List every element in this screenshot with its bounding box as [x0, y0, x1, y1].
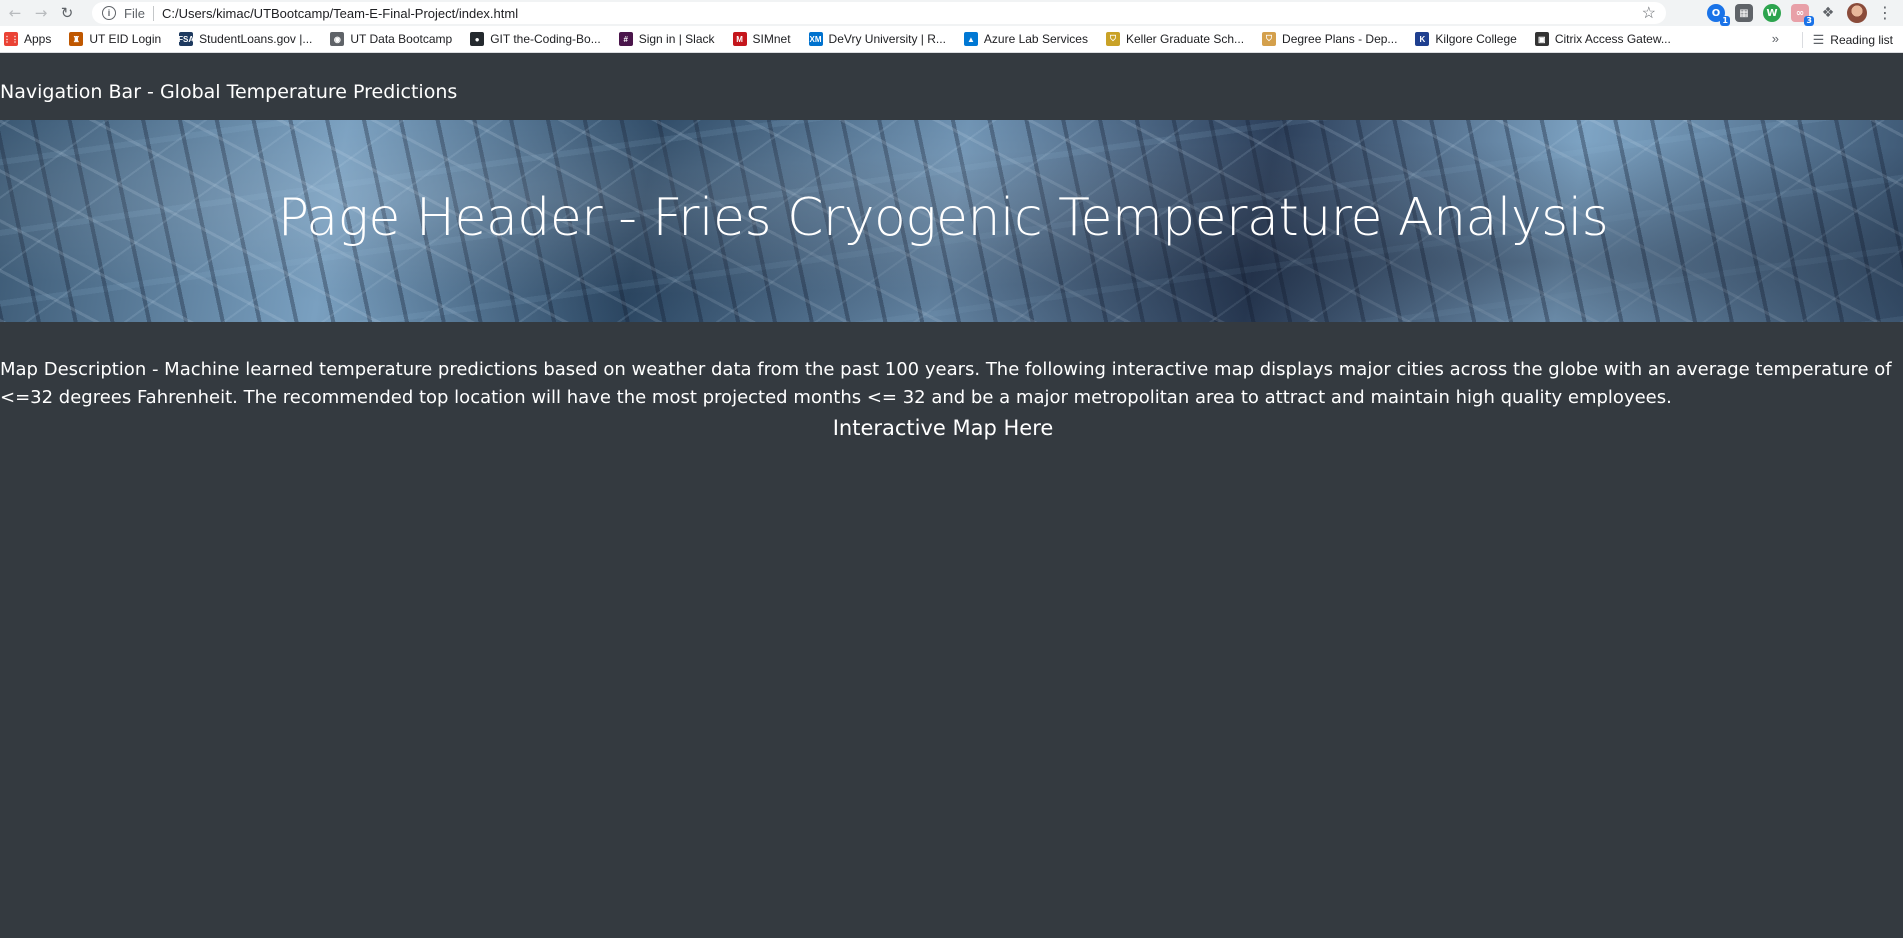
- extension-badge: 1: [1720, 16, 1730, 26]
- bookmark-item[interactable]: ● GIT the-Coding-Bo...: [470, 32, 601, 46]
- main-content: Map Description - Machine learned temper…: [0, 356, 1903, 440]
- fsa-icon: FSA: [178, 32, 194, 46]
- bookmark-item[interactable]: ⋮⋮ Apps: [3, 32, 52, 46]
- extension-sync-icon[interactable]: O1: [1707, 4, 1730, 26]
- page-title: Page Header - Fries Cryogenic Temperatur…: [277, 188, 1609, 248]
- bookmark-item[interactable]: ◉ UT Data Bootcamp: [330, 32, 452, 46]
- navbar: Navigation Bar - Global Temperature Pred…: [0, 53, 1903, 120]
- bookmark-item[interactable]: ⛉ Degree Plans - Dep...: [1262, 32, 1397, 46]
- bookmarks-list: ⋮⋮ Apps ♜ UT EID Login FSA StudentLoans.gov |…: [0, 32, 1689, 46]
- shield-icon: ⛉: [1105, 32, 1120, 46]
- bookmark-label: SIMnet: [752, 32, 791, 46]
- extension-pink-icon[interactable]: ∞ 3: [1791, 4, 1814, 26]
- address-bar[interactable]: i File C:/Users/kimac/UTBootcamp/Team-E-…: [92, 2, 1666, 24]
- bookmark-item[interactable]: K Kilgore College: [1415, 32, 1517, 46]
- bookmark-label: Sign in | Slack: [638, 32, 715, 46]
- bookmarks-divider: [1801, 31, 1803, 48]
- citrix-icon: ▣: [1534, 32, 1549, 46]
- forward-button[interactable]: →: [30, 2, 52, 24]
- info-icon[interactable]: i: [102, 6, 116, 20]
- arrow-left-icon: ←: [8, 4, 22, 22]
- azure-icon: ▲: [963, 32, 978, 46]
- profile-avatar[interactable]: [1847, 3, 1867, 23]
- bookmark-item[interactable]: XM DeVry University | R...: [808, 32, 946, 46]
- simnet-icon: M: [732, 32, 747, 46]
- bookmark-label: Azure Lab Services: [983, 32, 1088, 46]
- map-description: Map Description - Machine learned temper…: [0, 359, 1892, 408]
- bookmark-star-icon[interactable]: ☆: [1642, 3, 1656, 23]
- extensions-puzzle-icon[interactable]: ❖: [1819, 4, 1837, 22]
- bookmark-label: Keller Graduate Sch...: [1125, 32, 1245, 46]
- extension-w-icon[interactable]: W: [1763, 4, 1781, 22]
- bookmark-label: Apps: [24, 32, 52, 46]
- bookmark-item[interactable]: # Sign in | Slack: [618, 32, 715, 46]
- bookmark-item[interactable]: ▣ Citrix Access Gatew...: [1534, 32, 1671, 46]
- bookmarks-overflow-button[interactable]: »: [1772, 31, 1779, 46]
- arrow-right-icon: →: [34, 4, 48, 22]
- reading-list-icon: ☰: [1812, 31, 1825, 47]
- reload-icon: ↻: [60, 4, 74, 22]
- scheme-label: File: [124, 5, 154, 21]
- slack-icon: #: [618, 32, 633, 46]
- shield-icon: ⛉: [1262, 32, 1277, 46]
- kc-icon: K: [1415, 32, 1430, 46]
- bookmark-item[interactable]: FSA StudentLoans.gov |...: [178, 32, 313, 46]
- bookmark-label: GIT the-Coding-Bo...: [490, 32, 601, 46]
- bookmark-item[interactable]: M SIMnet: [732, 32, 791, 46]
- header-banner: Page Header - Fries Cryogenic Temperatur…: [0, 120, 1903, 322]
- browser-toolbar: ← → ↻ i File C:/Users/kimac/UTBootcamp/T…: [0, 0, 1903, 26]
- bookmark-label: DeVry University | R...: [828, 32, 946, 46]
- menu-kebab-icon[interactable]: ⋮: [1877, 5, 1893, 21]
- bookmarks-bar: ⋮⋮ Apps ♜ UT EID Login FSA StudentLoans.gov |…: [0, 26, 1903, 53]
- bookmark-label: UT EID Login: [89, 32, 162, 46]
- bookmark-label: UT Data Bootcamp: [350, 32, 453, 46]
- bookmark-item[interactable]: ⛉ Keller Graduate Sch...: [1105, 32, 1245, 46]
- interactive-map-placeholder[interactable]: Interactive Map Here: [0, 416, 1886, 440]
- bookmark-label: StudentLoans.gov |...: [199, 32, 313, 46]
- url-text[interactable]: C:/Users/kimac/UTBootcamp/Team-E-Final-P…: [162, 6, 518, 21]
- xm-icon: XM: [808, 32, 823, 46]
- bookmark-label: Degree Plans - Dep...: [1282, 32, 1398, 46]
- bookmark-label: Kilgore College: [1435, 32, 1517, 46]
- reload-button[interactable]: ↻: [56, 2, 78, 24]
- bookmark-item[interactable]: ▲ Azure Lab Services: [963, 32, 1088, 46]
- navbar-brand[interactable]: Navigation Bar - Global Temperature Pred…: [0, 81, 457, 103]
- extension-clipboard-icon[interactable]: ▦: [1735, 4, 1753, 22]
- globe-icon: ◉: [330, 32, 345, 46]
- github-icon: ●: [470, 32, 485, 46]
- extensions-area: O1 ▦ W ∞ 3 ❖ ⋮: [1707, 0, 1903, 26]
- reading-list-button[interactable]: ☰ Reading list: [1801, 26, 1893, 53]
- bookmark-item[interactable]: ♜ UT EID Login: [69, 32, 161, 46]
- extension-badge: 3: [1804, 16, 1814, 26]
- bookmark-label: Citrix Access Gatew...: [1554, 32, 1671, 46]
- apps-grid-icon: ⋮⋮: [3, 32, 19, 46]
- ut-tower-icon: ♜: [69, 32, 84, 46]
- back-button[interactable]: ←: [4, 2, 26, 24]
- reading-list-label: Reading list: [1830, 32, 1893, 47]
